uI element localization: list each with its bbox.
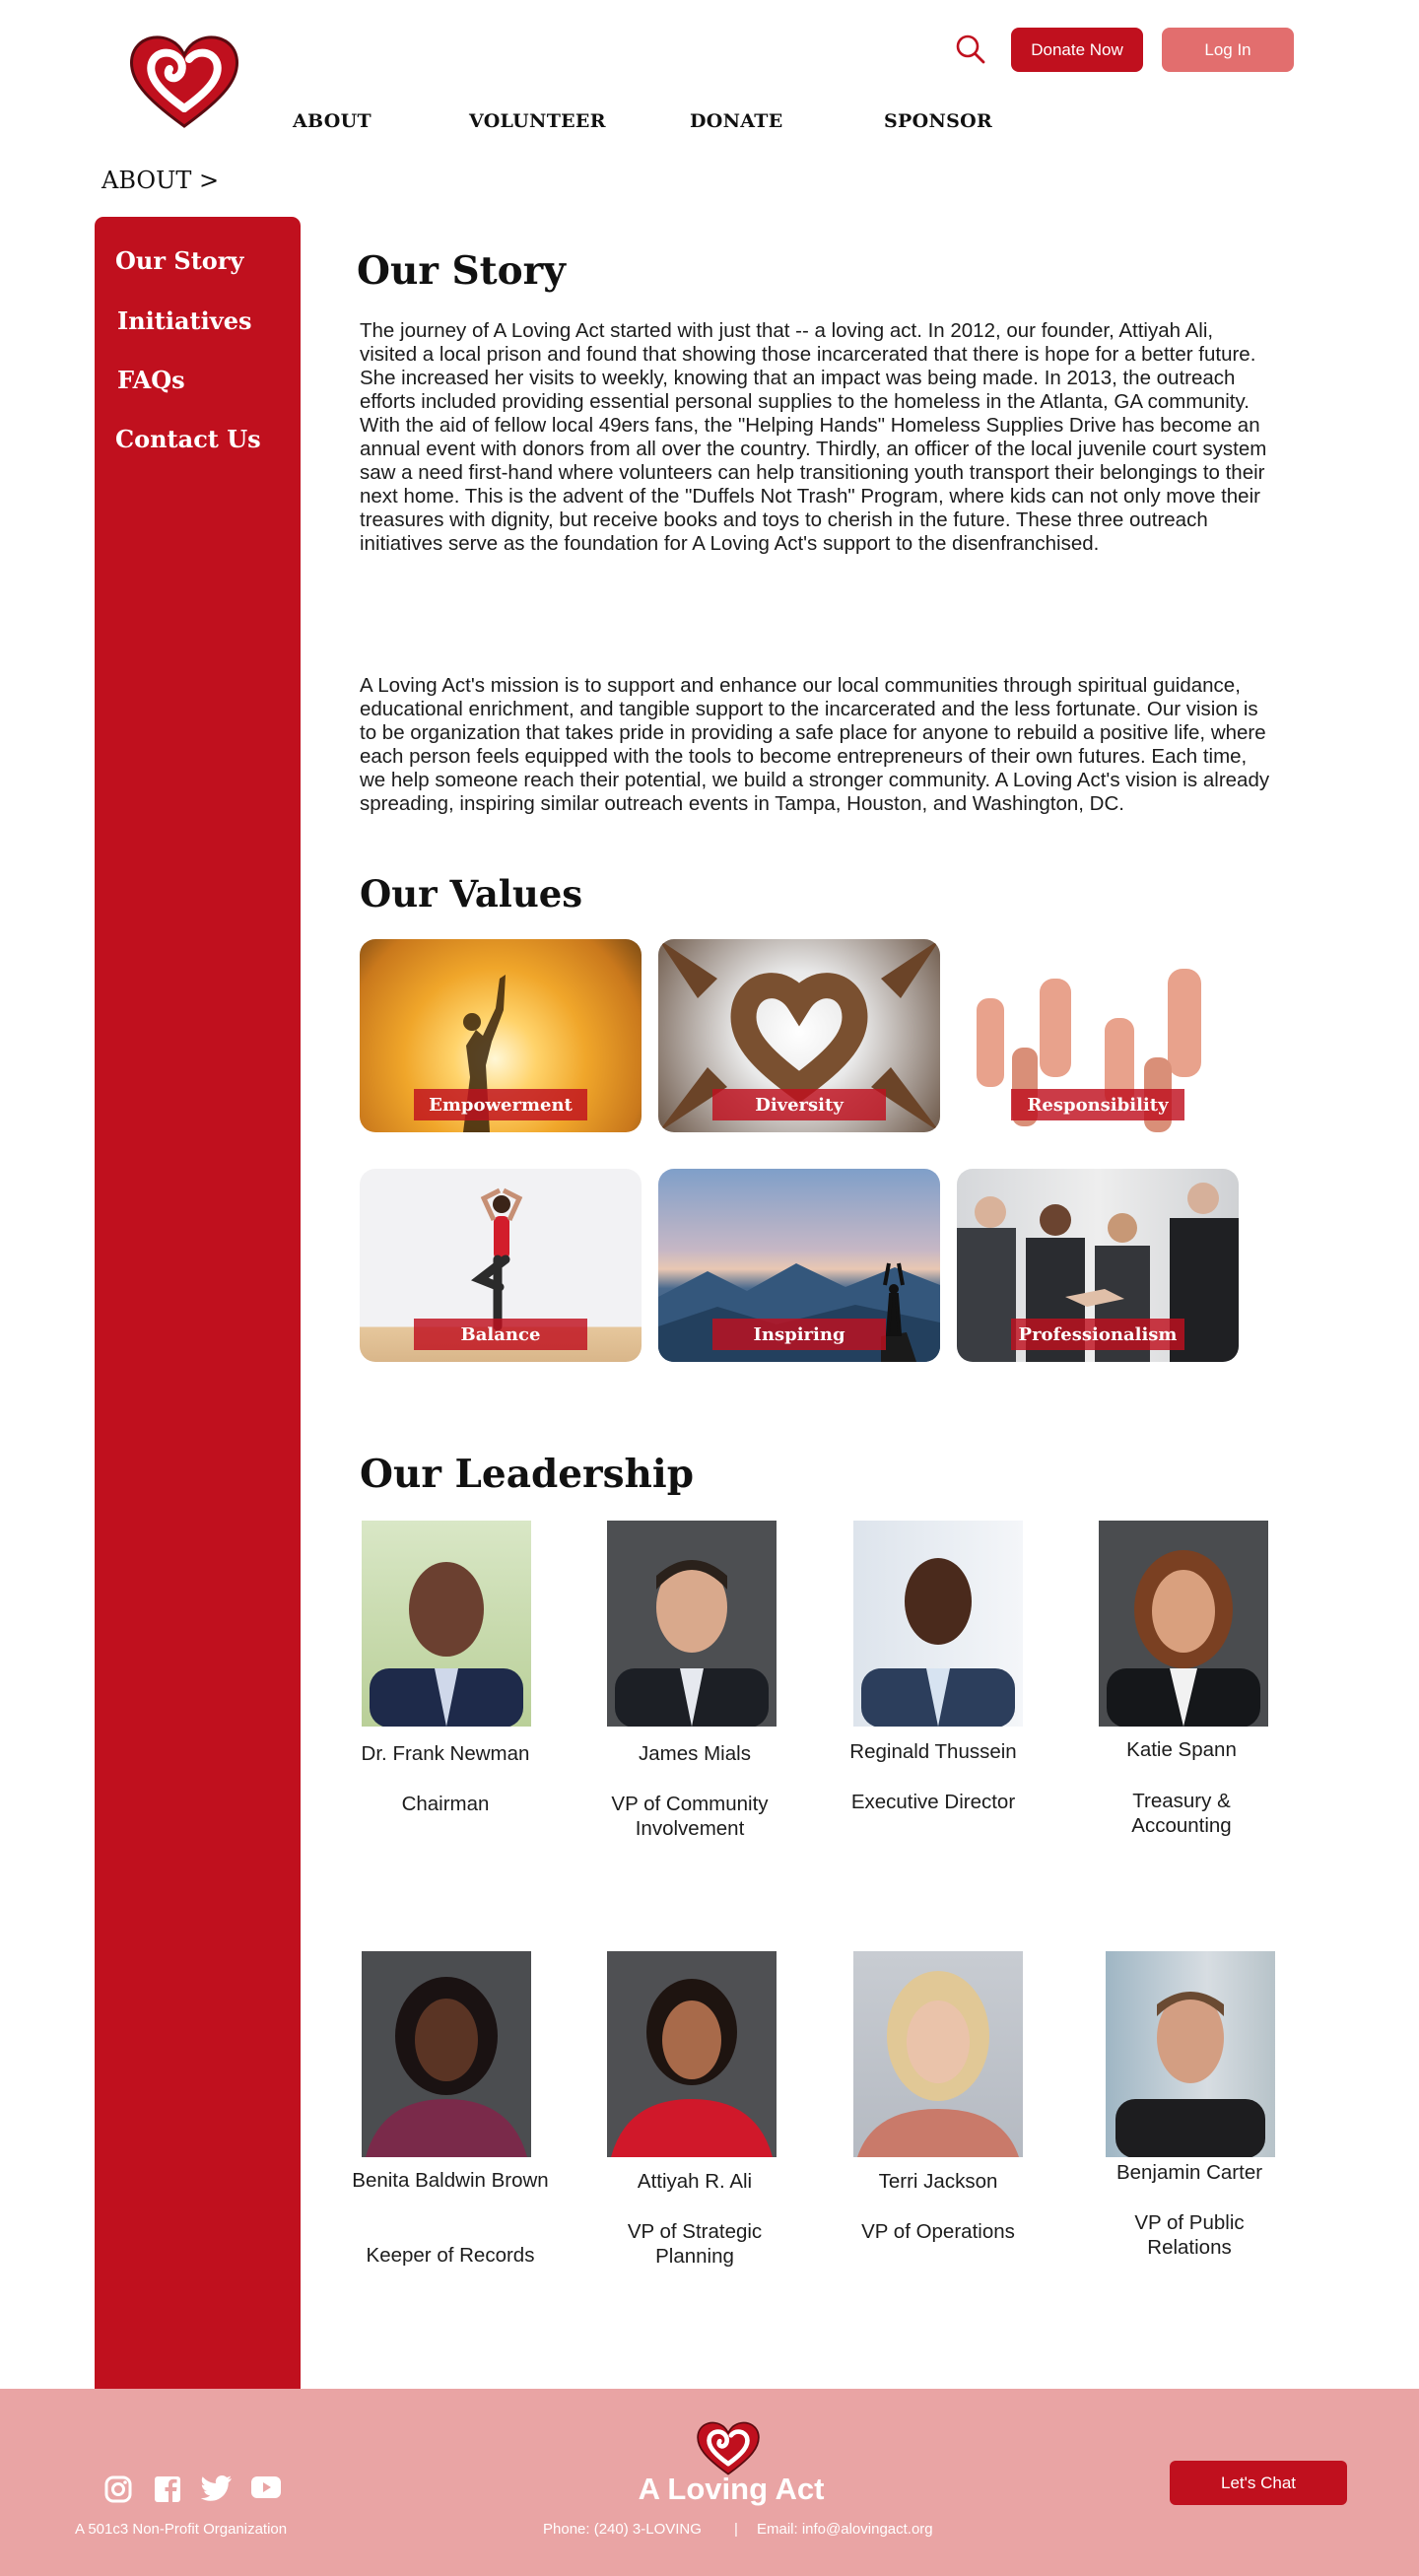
value-card-empowerment[interactable]: Empowerment — [360, 939, 642, 1132]
leadership-title: Our Leadership — [360, 1452, 694, 1497]
sidebar-item-contact-us[interactable]: Contact Us — [115, 425, 261, 453]
mission-paragraph: A Loving Act's mission is to support and… — [360, 674, 1270, 815]
sidebar-item-initiatives[interactable]: Initiatives — [117, 306, 251, 335]
twitter-icon[interactable] — [200, 2474, 233, 2504]
nav-donate[interactable]: DONATE — [690, 110, 783, 132]
youtube-icon[interactable] — [250, 2474, 282, 2504]
person-photo — [1099, 1521, 1268, 1727]
footer-logo-heart-icon[interactable] — [694, 2418, 763, 2477]
person-name: Katie Spann — [1126, 1738, 1237, 1761]
search-icon[interactable] — [954, 33, 987, 66]
value-card-balance[interactable]: Balance — [360, 1169, 642, 1362]
person-photo — [607, 1521, 777, 1727]
person-role: Keeper of Records — [366, 2244, 535, 2267]
value-label: Responsibility — [1011, 1089, 1184, 1120]
nav-volunteer[interactable]: VOLUNTEER — [469, 110, 606, 132]
value-label: Professionalism — [1011, 1319, 1184, 1350]
values-title: Our Values — [360, 872, 583, 915]
footer-email[interactable]: Email: info@alovingact.org — [757, 2521, 933, 2538]
person-name: Attiyah R. Ali — [637, 2170, 753, 2193]
person-name: James Mials — [639, 1742, 751, 1765]
sidebar-item-faqs[interactable]: FAQs — [117, 366, 185, 394]
value-card-responsibility[interactable]: Responsibility — [957, 939, 1239, 1132]
lets-chat-button[interactable]: Let's Chat — [1170, 2461, 1347, 2505]
person-role: VP of Strategic Planning — [627, 2220, 763, 2268]
person-photo — [362, 1521, 531, 1727]
sidebar-item-our-story[interactable]: Our Story — [115, 246, 243, 275]
donate-now-button[interactable]: Donate Now — [1011, 28, 1143, 72]
footer-phone: Phone: (240) 3-LOVING — [543, 2521, 702, 2538]
value-card-diversity[interactable]: Diversity — [658, 939, 940, 1132]
story-paragraph: The journey of A Loving Act started with… — [360, 319, 1267, 555]
person-name: Terri Jackson — [878, 2170, 998, 2193]
person-name: Benjamin Carter — [1115, 2161, 1263, 2184]
footer-separator: | — [734, 2521, 738, 2538]
nav-sponsor[interactable]: SPONSOR — [884, 110, 992, 132]
value-label: Empowerment — [414, 1089, 587, 1120]
sidebar — [95, 217, 301, 2390]
person-photo — [1106, 1951, 1275, 2157]
breadcrumb[interactable]: ABOUT > — [101, 167, 219, 194]
person-photo — [607, 1951, 777, 2157]
logo-heart-icon[interactable] — [126, 30, 242, 132]
person-name: Benita Baldwin Brown — [352, 2169, 549, 2192]
person-photo — [853, 1951, 1023, 2157]
person-photo — [362, 1951, 531, 2157]
footer-tagline: A 501c3 Non-Profit Organization — [75, 2521, 288, 2538]
person-name: Dr. Frank Newman — [361, 1742, 530, 1765]
person-photo — [853, 1521, 1023, 1727]
footer-brand-name: A Loving Act — [638, 2472, 825, 2506]
person-role: Executive Director — [850, 1791, 1016, 1813]
value-card-inspiring[interactable]: Inspiring — [658, 1169, 940, 1362]
instagram-icon[interactable] — [103, 2474, 135, 2504]
person-role: VP of Public Relations — [1134, 2211, 1245, 2259]
value-label: Balance — [414, 1319, 587, 1350]
nav-about[interactable]: ABOUT — [293, 110, 372, 132]
person-role: Treasury & Accounting — [1131, 1790, 1232, 1837]
person-name: Reginald Thussein — [849, 1740, 1017, 1763]
person-role: Chairman — [401, 1793, 490, 1815]
page-title: Our Story — [357, 248, 566, 294]
log-in-button[interactable]: Log In — [1162, 28, 1294, 72]
person-role: VP of Operations — [861, 2220, 1015, 2243]
value-label: Inspiring — [712, 1319, 886, 1350]
person-role: VP of Community Involvement — [611, 1793, 769, 1840]
value-label: Diversity — [712, 1089, 886, 1120]
facebook-icon[interactable] — [153, 2474, 184, 2504]
value-card-professionalism[interactable]: Professionalism — [957, 1169, 1239, 1362]
